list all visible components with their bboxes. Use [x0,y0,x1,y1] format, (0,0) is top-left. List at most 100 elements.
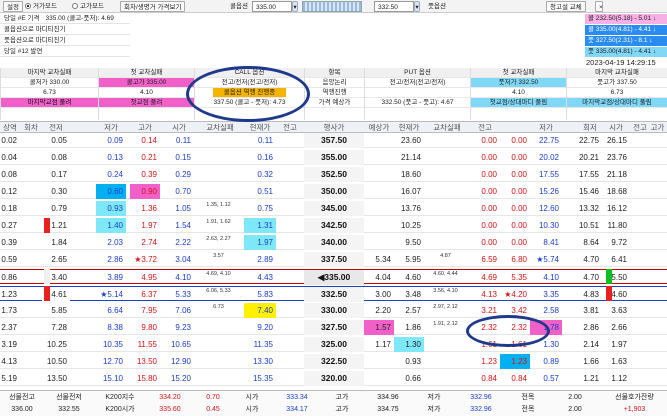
summary-cell: 2.00 [568,406,582,413]
table-row[interactable]: 0.08 0.17 0.24 0.39 0.29 0.32 352.50 18.60 0.00 0… [0,167,667,182]
summary-cell: 332.55 [58,406,80,413]
futures-value-input[interactable]: 332.50 [374,1,414,12]
table-row[interactable]: 3.19 10.25 10.35 11.55 10.65 11.35 325.00 1.17 1… [0,337,667,352]
cell-e: 7.95 [141,306,157,315]
cell-f: 5.33 [175,290,191,299]
toolbar: 설정 거가모드 고가모드 회차/생명거 가격보기 콜옵션 335.00 ▾ 33… [0,0,667,13]
cell-f: 3.04 [175,255,191,264]
cell-a: 0.02 [1,136,17,145]
table-row[interactable]: 0.86 3.40 3.89 4.95 4.10 4.69, 4.10 4.43 ◀335.0… [0,269,667,285]
table-row[interactable]: 0.04 0.08 0.13 0.21 0.15 0.16 355.00 21.14 0.00 0… [0,150,667,165]
cell-l: 4.13 [481,290,497,299]
cell-g: 4.69, 4.10 [206,271,231,277]
cell-o: 15.46 [578,187,599,196]
close-icon[interactable]: × [595,1,603,12]
table-row[interactable]: 2.37 7.28 8.38 9.80 9.23 9.20 327.50 1.57 1.86 1.… [0,320,667,335]
cell-h: 2.89 [257,255,273,264]
radio-fix-mode[interactable]: 고가모드 [72,1,104,12]
cell-a: 0.27 [1,221,17,230]
summary-cell: 선물전저 [56,394,82,401]
cell-h: 1.31 [244,218,276,233]
table-row[interactable]: 0.27 1.21 1.40 1.97 1.54 1.91, 1.62 1.31 342.50… [0,218,667,233]
cell-m: 0.00 [511,187,527,196]
signal-row: 콜 232.50(5.18) - 5.01 ↓ [585,14,667,24]
cell-h: 0.51 [257,187,273,196]
cell-c: 0.08 [51,153,67,162]
cell-f: 15.20 [170,374,191,383]
header-last-cross-call: 마지막 교차실패 콜저가 330.00 6.73 마지막교점 풀려 [0,68,98,120]
summary-cell: 시가 [245,394,259,401]
table-row[interactable]: 1.23 4.61 ★5.14 6.37 5.33 6.06, 5.33 5.83 332.5… [0,286,667,302]
cell-n: 10.30 [538,221,559,230]
cell-o: 22.75 [578,136,599,145]
cell-l: 1.23 [481,357,497,366]
cell-d: 2.86 [107,255,123,264]
cell-k [424,201,470,216]
cell-b [20,184,42,199]
cell-f: 0.15 [175,153,191,162]
table-row[interactable]: 0.59 2.65 2.86 ★3.72 3.04 3.57 2.89 337.50 5.34 5… [0,252,667,267]
view-tabs-button[interactable]: 회차/생명거 가격보기 [120,1,186,12]
cell-l: 0.00 [481,221,497,230]
table-row[interactable]: 0.39 1.84 2.03 2.74 2.22 2.63, 2.27 1.97 340.00… [0,235,667,250]
summary-cell: 333.34 [286,394,308,401]
cell-j: 5.95 [405,255,421,264]
table-row[interactable]: 1.73 5.85 6.64 7.95 7.06 6.73 7.40 330.00 2.20 2.… [0,303,667,318]
cell-m: 0.00 [511,204,527,213]
cell-o: 4.70 [583,255,599,264]
table-row[interactable]: 0.18 0.79 0.93 1.36 1.05 1.35, 1.12 0.75 345.00… [0,201,667,216]
cell-o: 2.14 [583,340,599,349]
cell-k: 4.60, 4.44 [433,271,458,277]
left-row: 당일 #E 기격 335.00 (콜고-풋저): 4.69 [0,13,130,24]
cell-i: 4.04 [375,273,391,282]
cell-d: ★5.14 [100,290,123,299]
radio-price-mode[interactable]: 거가모드 [25,1,57,12]
table-row[interactable]: 5.19 13.50 15.10 15.80 15.20 15.35 320.00 0.66 0… [0,371,667,386]
cell-a: 0.08 [1,170,17,179]
cell-n: 12.60 [538,204,559,213]
cell-l: 0.00 [481,136,497,145]
cell-i [364,150,394,165]
table-row[interactable]: 0.02 0.05 0.09 0.14 0.11 0.11 357.50 23.60 0.00 0… [0,133,667,148]
cell-j: 0.66 [405,374,421,383]
summary-cell: 335.60 [159,406,181,413]
summary-cell: K200시가 [105,406,135,413]
summary-cell: 334.20 [159,394,181,401]
cell-g [196,133,244,148]
call-value-input[interactable]: 335.00 [252,1,292,12]
cell-strike: 350.00 [304,184,364,199]
left-info-panel: 당일 #E 기격 335.00 (콜고-풋저): 4.69 콜옵션으로 마디티진기… [0,13,130,61]
summary-cell: 시가 [245,406,259,413]
chevron-down-icon[interactable]: ▾ [292,1,298,12]
table-row[interactable]: 0.12 0.30 0.60 0.90 0.70 0.51 350.00 16.07 0.00 0… [0,184,667,199]
header-first-cross-put: 첫 교차실패 풋저가 332.50 4.10 첫교점/상대마디 풀림 [470,68,566,120]
cell-e: 6.37 [141,290,157,299]
cell-p: 18.68 [606,187,627,196]
signal-row: 풋 335.00(4.81) - 4.41 ↓ [585,47,667,57]
cell-f: 9.23 [175,323,191,332]
cell-p: 23.76 [606,153,627,162]
cell-n: 2.58 [543,306,559,315]
table-row[interactable]: 4.13 10.50 12.70 13.50 12.90 13.30 322.50 0.93 1… [0,354,667,369]
cell-j: 9.50 [405,238,421,247]
settings-button[interactable]: 설정 [3,1,23,12]
chevron-down-icon[interactable]: ▾ [414,1,420,12]
cell-e: 1.36 [141,204,157,213]
cell-j: 1.30 [394,337,424,352]
cell-o: 17.55 [578,170,599,179]
progress-slider[interactable] [302,1,362,12]
highlight-oval [466,315,550,347]
cell-n: ★5.74 [536,255,559,264]
header-put-option: PUT 옵션 전고/전저(전고/전저) 332.50 (풋고 - 풋고): 4.… [364,68,470,120]
summary-cell: 전목 [521,394,535,401]
order-change-button[interactable]: 청고설 교체 [546,1,586,12]
cell-l: 4.69 [481,273,497,282]
cell-m: 0.00 [511,136,527,145]
cell-c: 5.85 [51,306,67,315]
cell-f: 0.70 [175,187,191,196]
cell-m: 1.23 [500,354,530,369]
cell-h: 1.97 [244,235,276,250]
cell-c: 10.50 [46,357,67,366]
cell-a: 2.37 [1,323,17,332]
cell-m: 0.00 [511,221,527,230]
